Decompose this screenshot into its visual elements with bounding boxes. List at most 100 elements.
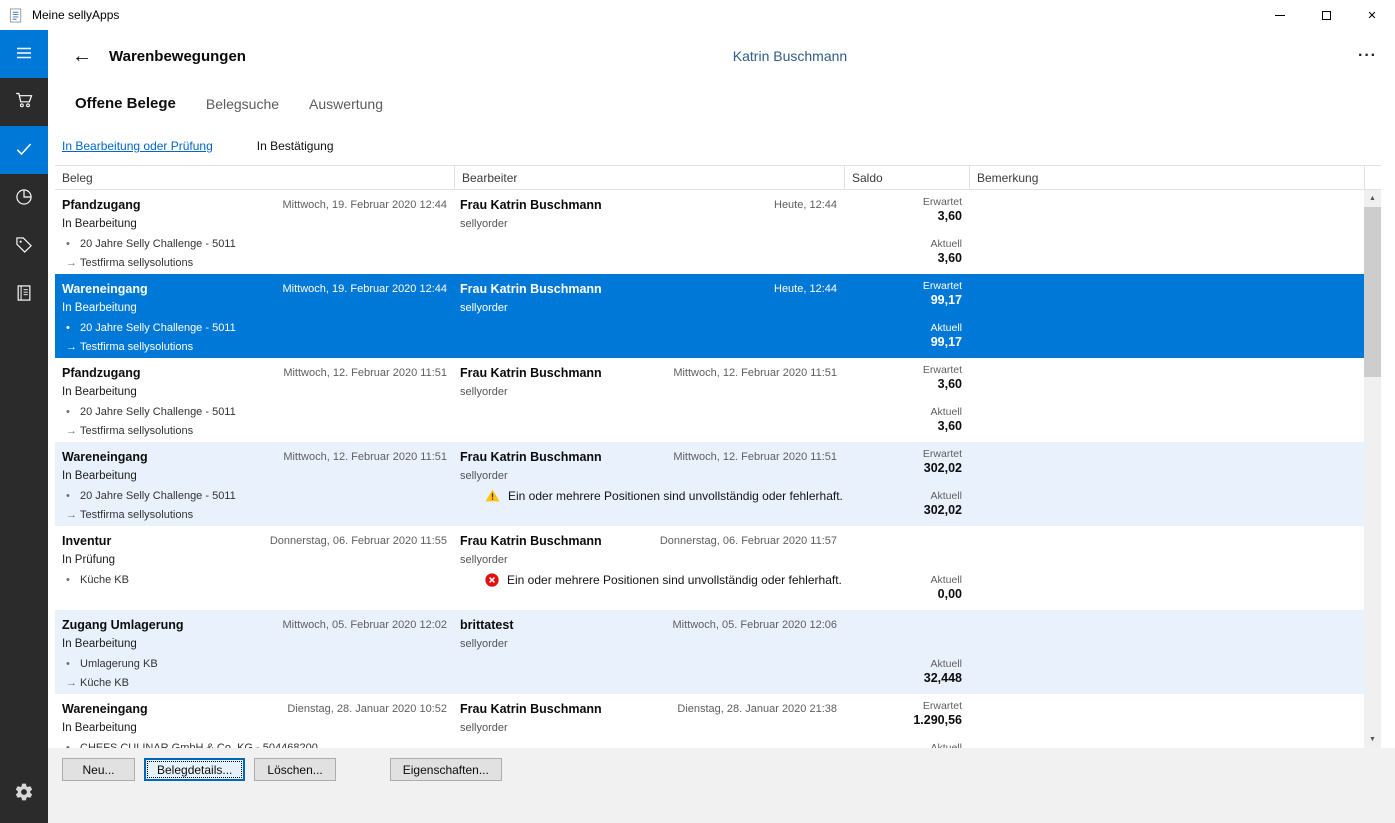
app-name: sellyorder bbox=[460, 551, 845, 571]
source-item: 20 Jahre Selly Challenge - 5011 bbox=[80, 406, 236, 418]
table-row[interactable]: WareneingangMittwoch, 19. Februar 2020 1… bbox=[55, 274, 1364, 358]
button-eigenschaften[interactable]: Eigenschaften... bbox=[390, 758, 502, 781]
saldo-erwartet: Erwartet1.290,56 bbox=[845, 694, 970, 736]
sidebar-item-settings[interactable] bbox=[0, 769, 48, 817]
saldo-aktuell: Aktuell3,60 bbox=[845, 400, 970, 442]
saldo-erwartet: Erwartet3,60 bbox=[845, 358, 970, 400]
bearbeiter-cell: Frau Katrin BuschmannMittwoch, 12. Febru… bbox=[455, 442, 845, 526]
error-icon bbox=[485, 573, 499, 587]
bearbeiter-cell: Frau Katrin BuschmannDienstag, 28. Janua… bbox=[455, 694, 845, 748]
saldo-label-aktuell: Aktuell bbox=[930, 574, 962, 586]
table-body: Pfandzugang Mittwoch, 19. Februar 2020 12… bbox=[55, 190, 1364, 748]
saldo-label-erwartet: Erwartet bbox=[923, 196, 962, 208]
bullet-icon: • bbox=[66, 658, 80, 670]
saldo-value-erwartet: 3,60 bbox=[938, 209, 962, 223]
beleg-cell: PfandzugangMittwoch, 19. Februar 2020 12… bbox=[55, 190, 455, 274]
saldo-label-erwartet: Erwartet bbox=[923, 280, 962, 292]
column-header-beleg[interactable]: Beleg bbox=[55, 166, 455, 189]
arrow-icon: → bbox=[66, 341, 80, 353]
sidebar-item-tag[interactable] bbox=[0, 222, 48, 270]
bemerkung-cell bbox=[970, 526, 1364, 610]
maximize-icon bbox=[1322, 11, 1331, 20]
table-row[interactable]: PfandzugangMittwoch, 12. Februar 2020 11… bbox=[55, 358, 1364, 442]
beleg-status: In Bearbeitung bbox=[62, 383, 455, 403]
message-text: Ein oder mehrere Positionen sind unvolls… bbox=[508, 489, 843, 503]
documents-table: BelegBearbeiterSaldoBemerkung Pfandzugan… bbox=[55, 165, 1381, 748]
subtab-in-bearbeitung-oder-prüfung[interactable]: In Bearbeitung oder Prüfung bbox=[62, 139, 213, 159]
table-header: BelegBearbeiterSaldoBemerkung bbox=[55, 165, 1381, 190]
arrow-icon: → bbox=[66, 257, 80, 269]
beleg-title: Pfandzugang bbox=[62, 198, 140, 212]
saldo-value-erwartet: 3,60 bbox=[938, 377, 962, 391]
beleg-target-line: →Testfirma sellysolutions bbox=[62, 338, 455, 358]
beleg-title: Wareneingang bbox=[62, 702, 148, 716]
column-header-bearbeiter[interactable]: Bearbeiter bbox=[455, 166, 845, 189]
close-button[interactable]: ✕ bbox=[1349, 0, 1395, 30]
maximize-button[interactable] bbox=[1303, 0, 1349, 30]
beleg-status: In Bearbeitung bbox=[62, 467, 455, 487]
subtab-in-bestätigung[interactable]: In Bestätigung bbox=[257, 139, 334, 159]
column-header-saldo[interactable]: Saldo bbox=[845, 166, 970, 189]
footer: Neu... Belegdetails... Löschen... Eigenscha… bbox=[48, 748, 1395, 823]
table-row[interactable]: InventurDonnerstag, 06. Februar 2020 11:… bbox=[55, 526, 1364, 610]
sidebar-item-checklist[interactable] bbox=[0, 126, 48, 174]
tab-auswertung[interactable]: Auswertung bbox=[309, 96, 383, 112]
button-neu[interactable]: Neu... bbox=[62, 758, 135, 781]
bearbeiter-cell: brittatestMittwoch, 05. Februar 2020 12:… bbox=[455, 610, 845, 694]
minimize-icon bbox=[1275, 15, 1285, 16]
sidebar-item-journal[interactable] bbox=[0, 270, 48, 318]
saldo-erwartet bbox=[845, 610, 970, 652]
sidebar-item-cart[interactable] bbox=[0, 78, 48, 126]
scroll-up-button[interactable]: ▲ bbox=[1364, 190, 1381, 207]
saldo-cell: Erwartet99,17Aktuell99,17 bbox=[845, 274, 970, 358]
window-controls: ✕ bbox=[1257, 0, 1395, 30]
bemerkung-cell bbox=[970, 274, 1364, 358]
tab-belegsuche[interactable]: Belegsuche bbox=[206, 96, 279, 112]
bearbeiter-name: Frau Katrin Buschmann bbox=[460, 282, 602, 296]
beleg-date: Mittwoch, 19. Februar 2020 12:44 bbox=[283, 283, 447, 295]
table-row[interactable]: Zugang UmlagerungMittwoch, 05. Februar 2… bbox=[55, 610, 1364, 694]
column-header-bemerkung[interactable]: Bemerkung bbox=[970, 166, 1381, 189]
beleg-target-line: →Testfirma sellysolutions bbox=[62, 506, 455, 526]
scrollbar[interactable]: ▲ ▼ bbox=[1364, 190, 1381, 748]
close-icon: ✕ bbox=[1367, 9, 1376, 22]
app-name: sellyorder bbox=[460, 719, 845, 739]
sidebar-item-pie-chart[interactable] bbox=[0, 174, 48, 222]
minimize-button[interactable] bbox=[1257, 0, 1303, 30]
bearbeiter-name: Frau Katrin Buschmann bbox=[460, 198, 602, 212]
scroll-down-button[interactable]: ▼ bbox=[1364, 731, 1381, 748]
beleg-title: Wareneingang bbox=[62, 450, 148, 464]
source-item: Umlagerung KB bbox=[80, 658, 158, 670]
saldo-cell: Aktuell0,00 bbox=[845, 526, 970, 610]
saldo-value-aktuell: 0,00 bbox=[938, 587, 962, 601]
table-row[interactable]: WareneingangMittwoch, 12. Februar 2020 1… bbox=[55, 442, 1364, 526]
saldo-label-erwartet: Erwartet bbox=[923, 448, 962, 460]
scrollbar-thumb[interactable] bbox=[1364, 207, 1381, 377]
beleg-target-line: →Küche KB bbox=[62, 674, 455, 694]
sidebar-item-menu[interactable] bbox=[0, 30, 48, 78]
bearbeiter-name: Frau Katrin Buschmann bbox=[460, 534, 602, 548]
button-löschen[interactable]: Löschen... bbox=[254, 758, 335, 781]
source-item: 20 Jahre Selly Challenge - 5011 bbox=[80, 322, 236, 334]
arrow-icon: → bbox=[66, 425, 80, 437]
status-message: Ein oder mehrere Positionen sind unvolls… bbox=[460, 486, 845, 506]
bearbeiter-name: Frau Katrin Buschmann bbox=[460, 702, 602, 716]
bemerkung-cell bbox=[970, 190, 1364, 274]
table-row[interactable]: PfandzugangMittwoch, 19. Februar 2020 12… bbox=[55, 190, 1364, 274]
checklist-icon bbox=[14, 139, 34, 162]
button-belegdetails[interactable]: Belegdetails... bbox=[144, 758, 245, 781]
sidebar bbox=[0, 30, 48, 823]
beleg-cell: WareneingangMittwoch, 12. Februar 2020 1… bbox=[55, 442, 455, 526]
saldo-value-erwartet: 302,02 bbox=[924, 461, 962, 475]
tab-offene-belege[interactable]: Offene Belege bbox=[75, 95, 176, 112]
beleg-source-line: •20 Jahre Selly Challenge - 5011 bbox=[62, 234, 455, 254]
saldo-value-aktuell: 302,02 bbox=[924, 503, 962, 517]
back-button[interactable]: ← bbox=[72, 46, 92, 66]
arrow-icon: → bbox=[66, 677, 80, 689]
table-row[interactable]: WareneingangDienstag, 28. Januar 2020 10… bbox=[55, 694, 1364, 748]
message-text: Ein oder mehrere Positionen sind unvolls… bbox=[507, 573, 842, 587]
bearbeiter-date: Donnerstag, 06. Februar 2020 11:57 bbox=[660, 535, 837, 547]
bullet-icon: • bbox=[66, 406, 80, 418]
bearbeiter-cell: Frau Katrin Buschmann Donnerstag, 06. Feb… bbox=[455, 526, 845, 610]
more-button[interactable]: ··· bbox=[1358, 47, 1377, 65]
